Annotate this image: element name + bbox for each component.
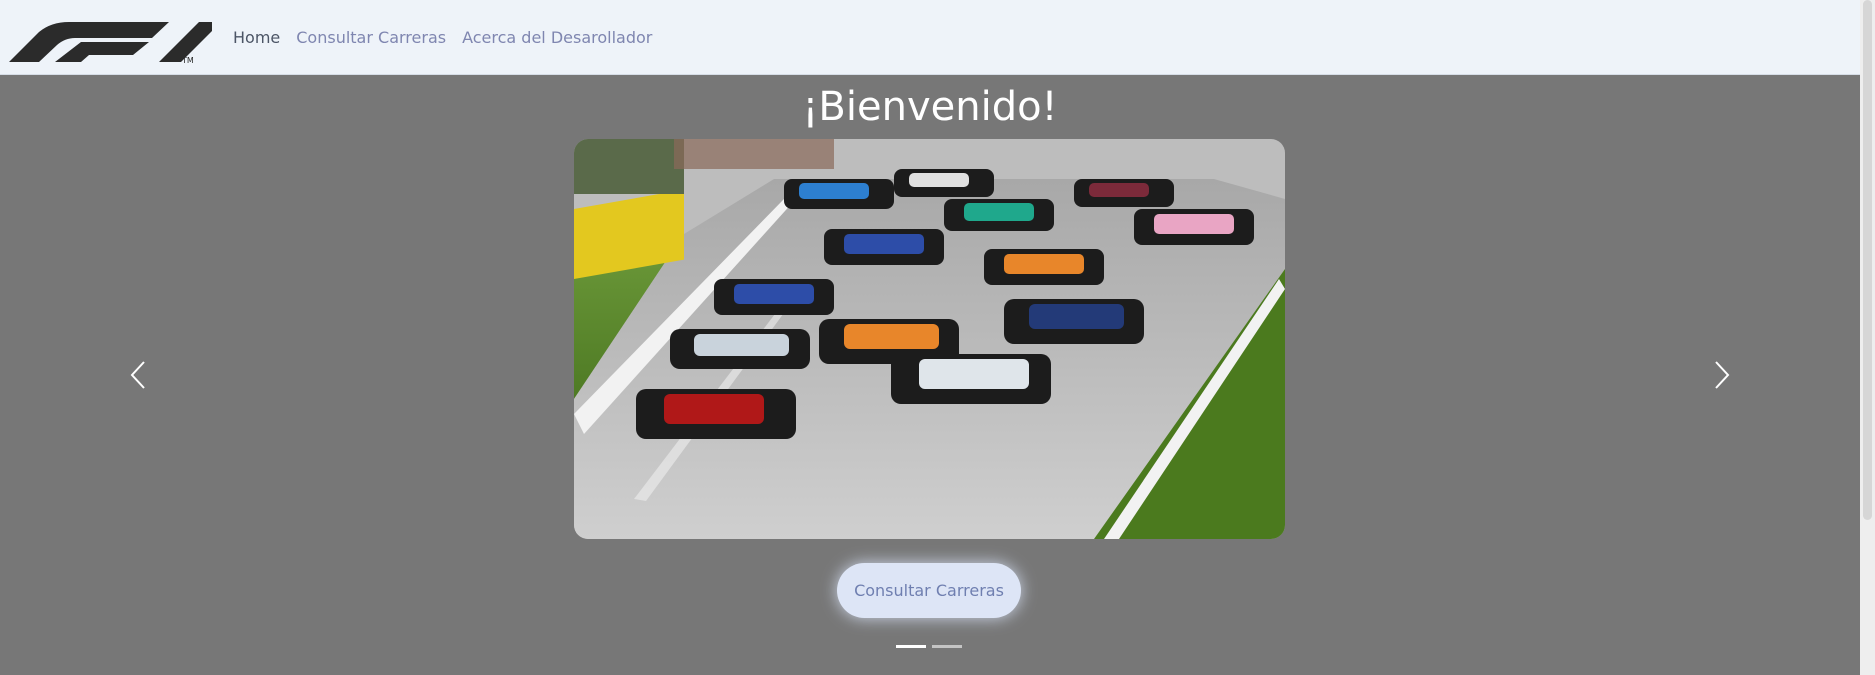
carousel-indicator-2[interactable]: [932, 645, 962, 648]
carousel-slide-image: [574, 139, 1285, 539]
svg-text:TM: TM: [181, 56, 194, 64]
f1-race-start-photo: [574, 139, 1285, 539]
page-title: ¡Bienvenido!: [802, 84, 1058, 130]
carousel-next-button[interactable]: [1702, 355, 1742, 395]
chevron-right-icon: [1715, 361, 1730, 389]
nav-link-home[interactable]: Home: [233, 28, 280, 47]
consultar-carreras-button[interactable]: Consultar Carreras: [837, 563, 1021, 618]
scrollbar-thumb[interactable]: [1863, 0, 1872, 520]
nav-link-acerca-del-desarrollador[interactable]: Acerca del Desarollador: [462, 28, 652, 47]
navbar: TM Home Consultar Carreras Acerca del De…: [0, 0, 1860, 75]
carousel-prev-button[interactable]: [118, 355, 158, 395]
carousel-indicator-1[interactable]: [896, 645, 926, 648]
nav-links: Home Consultar Carreras Acerca del Desar…: [233, 0, 668, 75]
nav-link-consultar-carreras[interactable]: Consultar Carreras: [296, 28, 446, 47]
f1-logo-icon[interactable]: TM: [9, 12, 212, 64]
vertical-scrollbar[interactable]: [1860, 0, 1875, 675]
carousel-indicators: [896, 645, 962, 648]
chevron-left-icon: [130, 361, 145, 389]
